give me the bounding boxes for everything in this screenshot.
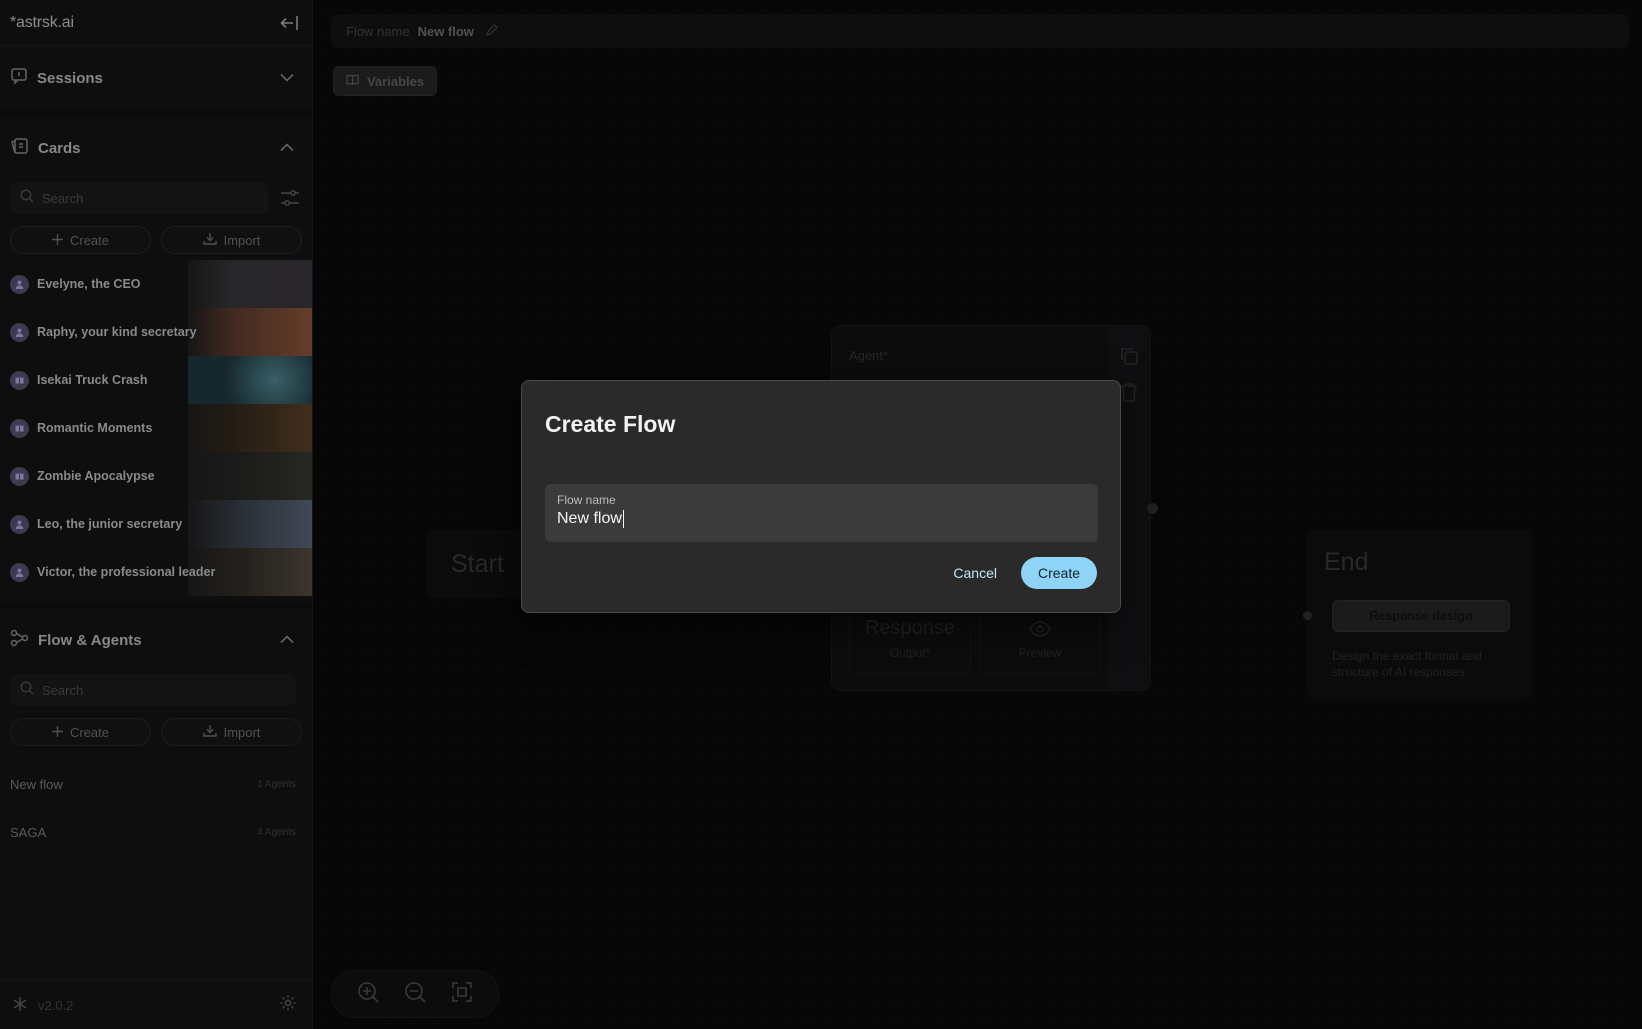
character-avatar-icon: [10, 514, 29, 534]
card-thumbnail: [188, 500, 312, 548]
cancel-button[interactable]: Cancel: [947, 565, 1003, 581]
flow-name-field[interactable]: Flow name New flow: [545, 484, 1098, 542]
character-avatar-icon: [10, 562, 29, 582]
card-thumbnail: [188, 308, 312, 356]
card-thumbnail: [188, 356, 312, 404]
plot-avatar-icon: [10, 418, 29, 438]
create-button[interactable]: Create: [1021, 557, 1097, 589]
text-caret: [622, 510, 624, 528]
card-name: Raphy, your kind secretary: [37, 325, 197, 339]
dialog-title: Create Flow: [545, 411, 676, 437]
card-name: Victor, the professional leader: [37, 565, 216, 579]
card-name: Isekai Truck Crash: [37, 373, 148, 387]
card-thumbnail: [188, 452, 312, 500]
character-avatar-icon: [10, 274, 29, 294]
flow-name-field-label: Flow name: [557, 493, 616, 507]
card-thumbnail: [188, 260, 312, 308]
plot-avatar-icon: [10, 466, 29, 486]
card-name: Romantic Moments: [37, 421, 153, 435]
dialog-actions: Cancel Create: [947, 557, 1097, 589]
card-thumbnail: [188, 404, 312, 452]
create-flow-dialog: Create Flow Flow name New flow Cancel Cr…: [521, 380, 1121, 613]
flow-name-input-value[interactable]: New flow: [557, 510, 622, 528]
plot-avatar-icon: [10, 370, 29, 390]
card-name: Zombie Apocalypse: [37, 469, 155, 483]
card-name: Evelyne, the CEO: [37, 277, 141, 291]
character-avatar-icon: [10, 322, 29, 342]
card-name: Leo, the junior secretary: [37, 517, 183, 531]
